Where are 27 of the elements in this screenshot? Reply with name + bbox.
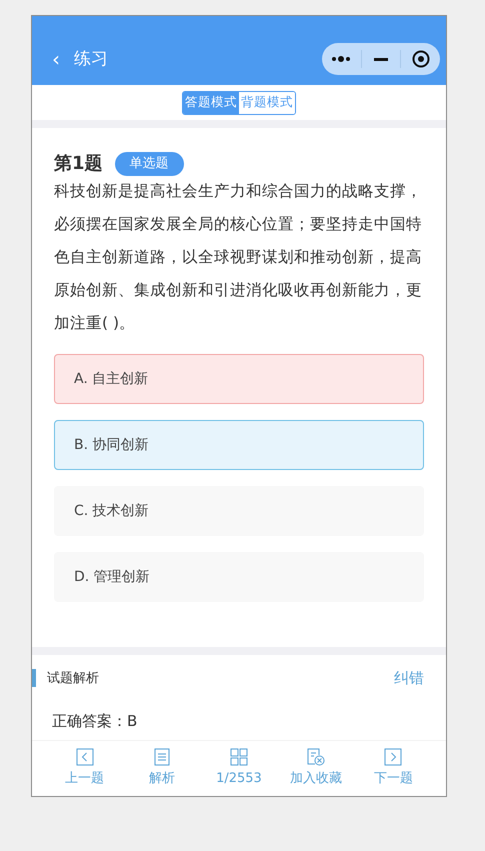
record-icon[interactable] — [412, 50, 430, 68]
question-text: 科技创新是提高社会生产力和综合国力的战略支撑，必须摆在国家发展全局的核心位置；要坚持走中国特色自主创新道路，以全球视野谋划和推动创新，提高原始创新、集成创新和引进消化吸收再创新能力，更加注重( )。 — [54, 181, 423, 334]
correct-answer: 正确答案：B — [52, 710, 138, 732]
section-title: 试题解析 — [47, 670, 99, 688]
toolbar-button[interactable]: 上一题 — [50, 748, 120, 789]
toolbar-button[interactable]: 1/2553 — [204, 748, 274, 789]
answer-option[interactable]: A. 自主创新 — [54, 354, 424, 404]
mode-tab[interactable]: 答题模式 — [183, 92, 239, 114]
answer-option[interactable]: C. 技术创新 — [54, 486, 424, 536]
document-badge-icon — [307, 748, 326, 766]
answer-option[interactable]: D. 管理创新 — [54, 552, 424, 602]
toolbar-button[interactable]: 下一题 — [358, 748, 428, 789]
more-icon[interactable] — [331, 56, 352, 62]
toolbar-button[interactable]: 加入收藏 — [281, 748, 352, 789]
mode-tab[interactable]: 背题模式 — [239, 92, 295, 114]
grid-icon — [230, 748, 248, 766]
back-button[interactable]: ‹ — [52, 49, 60, 70]
chevron-left-icon — [76, 748, 94, 766]
report-error-link[interactable]: 纠错 — [394, 667, 424, 690]
answer-option[interactable]: B. 协同创新 — [54, 420, 424, 470]
page-title: 练习 — [74, 48, 108, 70]
question-type-badge: 单选题 — [114, 152, 184, 176]
chevron-right-icon — [384, 748, 402, 766]
question-number: 第1题 — [54, 152, 103, 176]
document-icon — [154, 748, 170, 766]
toolbar-button[interactable]: 解析 — [126, 748, 197, 789]
minimize-icon[interactable] — [374, 58, 388, 60]
